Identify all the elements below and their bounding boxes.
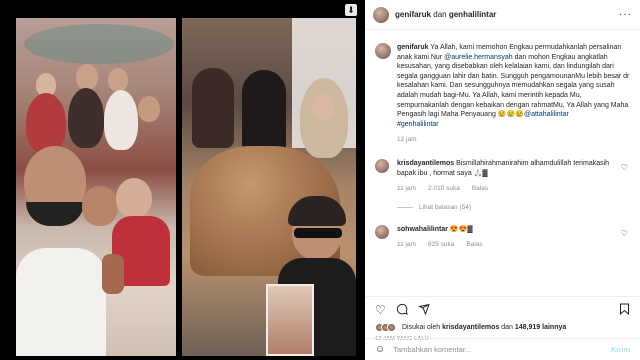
collaborator-username[interactable]: genhalilintar xyxy=(449,10,497,19)
caption-text: dan mohon Engkau angkatlah kesusahan, ya… xyxy=(397,53,630,119)
comment-username[interactable]: krisdayantilemos xyxy=(397,160,454,167)
framed-photo xyxy=(266,284,314,356)
caption-mention[interactable]: @attahalilintar xyxy=(524,111,569,118)
authors-connector: dan xyxy=(433,10,447,19)
avatar[interactable] xyxy=(375,224,389,239)
comment-likes[interactable]: 2.010 suka xyxy=(428,184,460,194)
comment-username[interactable]: sohwahalilintar xyxy=(397,226,448,233)
comment-item: sohwahalilintar 😍😍▓ 11 jam 825 suka Bala… xyxy=(375,224,630,250)
more-options-icon[interactable]: ··· xyxy=(619,9,632,20)
liked-by[interactable]: Disukai oleh krisdayantilemos dan 148,91… xyxy=(375,323,630,332)
comment-time: 11 jam xyxy=(397,185,417,193)
comment-item: krisdayantilemos Bismillahirahmanirahim … xyxy=(375,158,630,194)
instagram-post-view: ⬇ genifaruk dan genhalilintar ··· genifa… xyxy=(0,0,640,360)
avatar[interactable] xyxy=(375,43,391,59)
caption: genifaruk Ya Allah, kami memohon Engkau … xyxy=(375,43,630,145)
heart-icon[interactable]: ♡ xyxy=(375,303,386,317)
post-authors: genifaruk dan genhalilintar xyxy=(395,10,496,19)
comment-likes[interactable]: 825 suka xyxy=(428,240,454,250)
post-comment-button[interactable]: Kirim xyxy=(611,345,630,354)
download-icon[interactable]: ⬇ xyxy=(345,4,357,16)
caption-mention[interactable]: @aurelie.hermansyah xyxy=(444,54,513,61)
paper-plane-icon[interactable] xyxy=(417,303,430,318)
caption-emoji: 😢😢😢 xyxy=(497,111,524,119)
comment-time: 11 jam xyxy=(397,241,417,249)
post-header: genifaruk dan genhalilintar ··· xyxy=(365,0,640,30)
add-comment-bar: ☺ Kirim xyxy=(365,338,640,360)
liker-avatars xyxy=(375,323,396,332)
divider xyxy=(397,206,413,208)
liked-by-count[interactable]: 148,919 lainnya xyxy=(515,324,566,331)
smiley-icon[interactable]: ☺ xyxy=(375,344,385,355)
view-replies-button[interactable]: Lihat balasan (54) xyxy=(397,204,630,211)
heart-icon[interactable]: ♡ xyxy=(621,163,628,172)
post-media[interactable]: ⬇ xyxy=(0,0,365,360)
liked-by-mid: dan xyxy=(501,324,513,331)
liked-by-prefix: Disukai oleh xyxy=(402,324,441,331)
heart-icon[interactable]: ♡ xyxy=(621,229,628,238)
comment-input[interactable] xyxy=(393,345,594,354)
reply-button[interactable]: Balas xyxy=(466,240,482,250)
collage-photo-right xyxy=(182,18,356,356)
caption-hashtag[interactable]: #genhalilintar xyxy=(397,121,439,128)
liked-by-user[interactable]: krisdayantilemos xyxy=(442,324,499,331)
bookmark-icon[interactable] xyxy=(619,303,630,318)
view-replies-label: Lihat balasan (54) xyxy=(419,203,472,211)
caption-time: 12 jam xyxy=(397,136,417,144)
post-sidebar: genifaruk dan genhalilintar ··· genifaru… xyxy=(365,0,640,360)
reply-button[interactable]: Balas xyxy=(472,184,488,194)
caption-author[interactable]: genifaruk xyxy=(397,44,429,51)
comments-scroll-area[interactable]: genifaruk Ya Allah, kami memohon Engkau … xyxy=(365,31,640,296)
photo-collage xyxy=(6,8,362,356)
collage-photo-left xyxy=(16,18,176,356)
avatar[interactable] xyxy=(373,6,389,23)
avatar[interactable] xyxy=(375,158,389,173)
comment-text: 😍😍▓ xyxy=(449,225,473,233)
author-username[interactable]: genifaruk xyxy=(395,10,431,19)
comment-icon[interactable] xyxy=(396,303,408,318)
